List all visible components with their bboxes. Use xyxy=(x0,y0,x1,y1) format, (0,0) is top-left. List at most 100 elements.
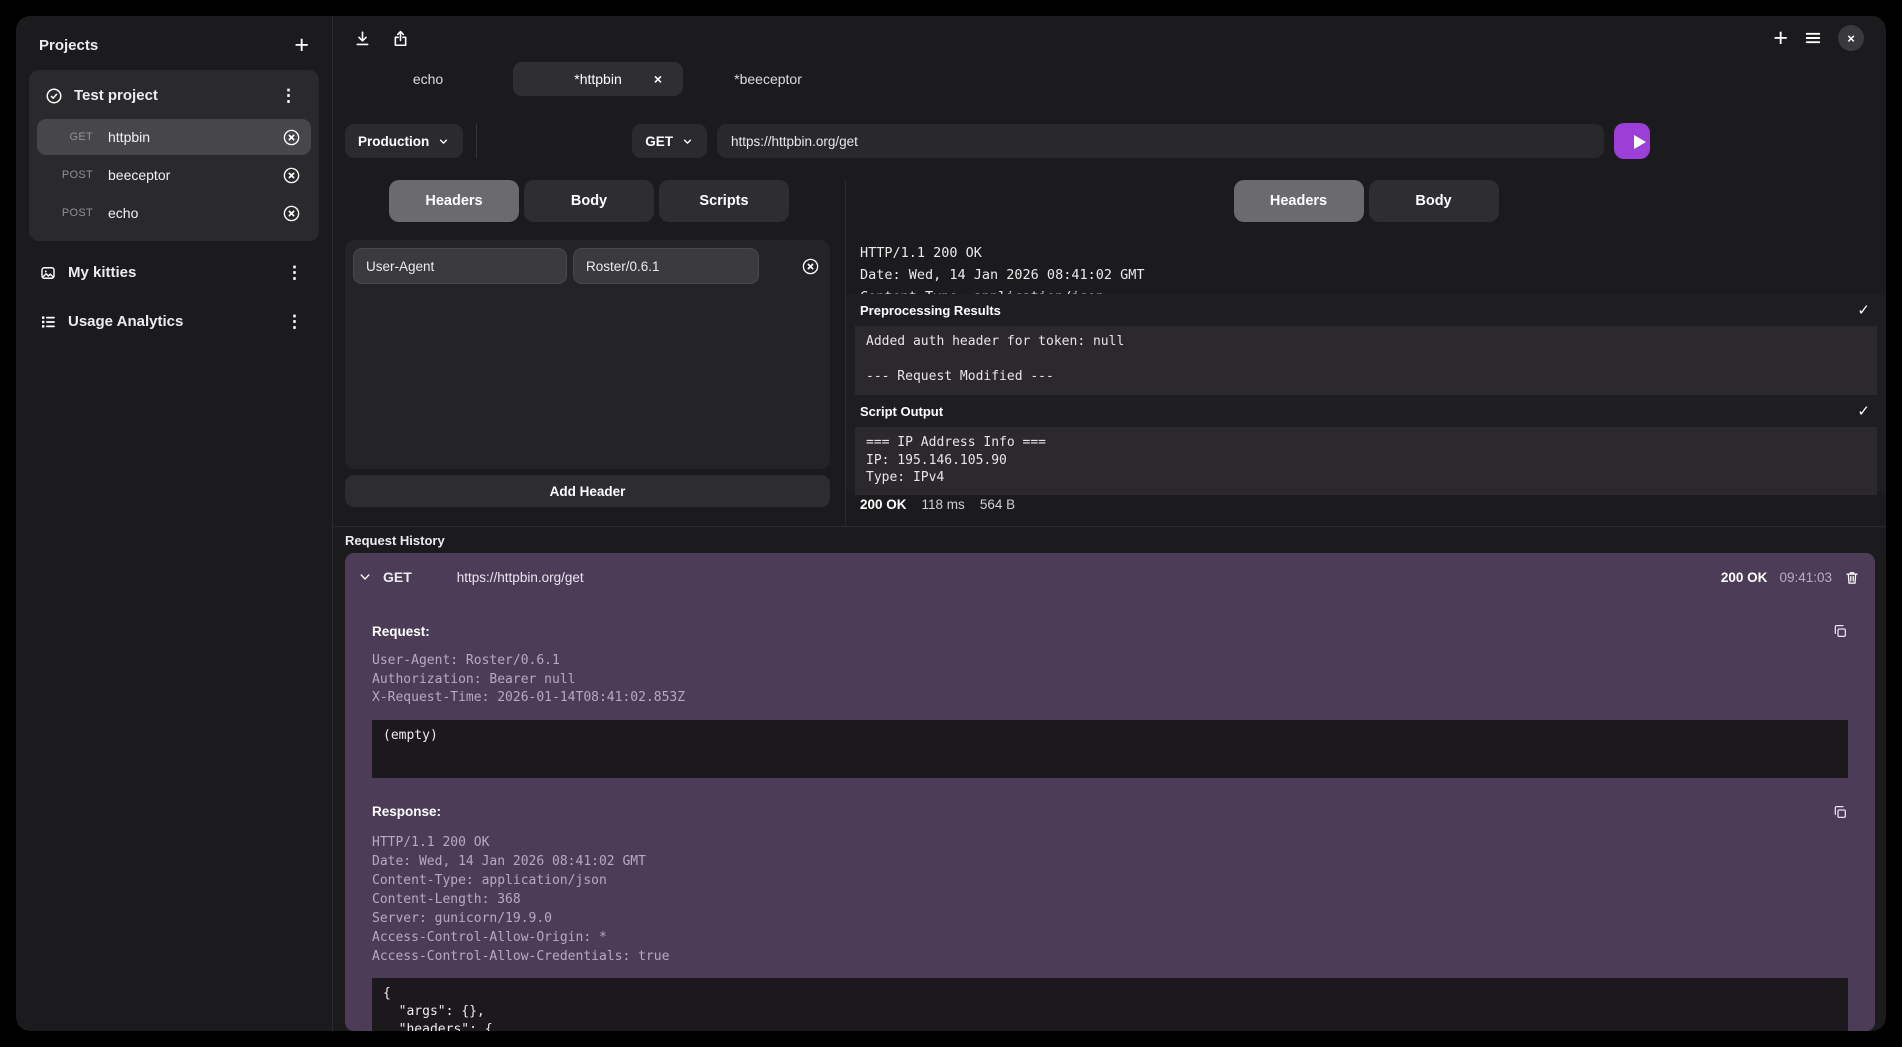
history-timestamp: 09:41:03 xyxy=(1779,570,1832,585)
request-section-title: Request: xyxy=(372,624,430,639)
headers-editor xyxy=(345,240,830,469)
sidebar-header: Projects + xyxy=(29,28,319,62)
new-tab-button[interactable]: + xyxy=(1773,28,1788,48)
request-item-httpbin[interactable]: GET httpbin xyxy=(37,119,311,155)
preprocessing-results-panel: Preprocessing Results ✓ Added auth heade… xyxy=(846,294,1886,395)
request-bar: Production GET xyxy=(333,124,1886,158)
tab-response-body[interactable]: Body xyxy=(1369,180,1499,222)
trash-icon xyxy=(1844,569,1860,586)
method-dropdown[interactable]: GET xyxy=(632,124,707,158)
project-header[interactable]: Test project ⋮ xyxy=(37,76,311,117)
tab-request-scripts[interactable]: Scripts xyxy=(659,180,789,222)
projects-title: Projects xyxy=(39,37,98,54)
request-item-echo[interactable]: POST echo xyxy=(37,195,311,231)
history-response-body: { "args": {}, "headers": { xyxy=(372,978,1848,1032)
script-output-panel: Script Output ✓ === IP Address Info === … xyxy=(846,395,1886,492)
tab-response-headers[interactable]: Headers xyxy=(1234,180,1364,222)
add-project-button[interactable]: + xyxy=(294,35,309,55)
close-tab-button[interactable]: × xyxy=(648,70,668,88)
request-history-title: Request History xyxy=(345,533,1886,548)
list-icon xyxy=(39,313,57,331)
request-item-beeceptor[interactable]: POST beeceptor xyxy=(37,157,311,193)
history-entry-meta: 200 OK 09:41:03 xyxy=(1721,569,1860,586)
history-url: https://httpbin.org/get xyxy=(457,570,584,585)
request-name: echo xyxy=(108,205,138,221)
tab-beeceptor[interactable]: *beeceptor xyxy=(683,62,853,96)
send-request-button[interactable] xyxy=(1614,123,1650,159)
project-group: Test project ⋮ GET httpbin POST beecepto… xyxy=(29,70,319,241)
history-entry-body: Request: User-Agent: Roster/0.6.1 Author… xyxy=(345,623,1875,1031)
remove-request-button[interactable] xyxy=(282,204,301,223)
tab-label: echo xyxy=(413,71,443,87)
project-name: Test project xyxy=(74,87,158,104)
tab-httpbin[interactable]: *httpbin × xyxy=(513,62,683,96)
hamburger-icon xyxy=(1803,28,1823,48)
response-panel: Headers Body HTTP/1.1 200 OK Date: Wed, … xyxy=(846,180,1886,526)
header-value-input[interactable] xyxy=(573,248,759,284)
copy-request-button[interactable] xyxy=(1832,623,1848,639)
preprocessing-results-title: Preprocessing Results xyxy=(860,303,1001,318)
download-icon xyxy=(353,29,372,48)
collection-menu-button[interactable]: ⋮ xyxy=(280,312,309,331)
url-input[interactable] xyxy=(717,124,1604,158)
tab-request-headers[interactable]: Headers xyxy=(389,180,519,222)
environment-dropdown[interactable]: Production xyxy=(345,124,463,158)
request-section-header: Request: xyxy=(372,623,1848,639)
environment-label: Production xyxy=(358,134,429,149)
response-section-title: Response: xyxy=(372,804,441,819)
collection-menu-button[interactable]: ⋮ xyxy=(280,263,309,282)
chevron-down-icon xyxy=(437,135,450,148)
history-response-headers: HTTP/1.1 200 OK Date: Wed, 14 Jan 2026 0… xyxy=(372,833,1848,966)
toolbar-right: + × xyxy=(1773,25,1864,51)
plus-icon: + xyxy=(294,35,309,55)
close-window-button[interactable]: × xyxy=(1838,25,1864,51)
export-share-button[interactable] xyxy=(391,29,410,48)
delete-history-button[interactable] xyxy=(1844,569,1860,586)
project-menu-button[interactable]: ⋮ xyxy=(274,86,303,105)
tab-echo[interactable]: echo xyxy=(343,62,513,96)
header-row xyxy=(353,248,822,284)
response-size: 564 B xyxy=(980,497,1015,512)
main-area: + × echo *httpbin × *beeceptor xyxy=(333,16,1886,1031)
remove-request-button[interactable] xyxy=(282,166,301,185)
toolbar-left xyxy=(353,29,410,48)
sidebar: Projects + Test project ⋮ GET httpbin xyxy=(16,16,333,1031)
preprocessing-output: Added auth header for token: null --- Re… xyxy=(855,326,1877,396)
remove-header-button[interactable] xyxy=(801,257,820,276)
history-request-headers: User-Agent: Roster/0.6.1 Authorization: … xyxy=(372,652,1848,708)
copy-response-button[interactable] xyxy=(1832,804,1848,820)
tab-label: *httpbin xyxy=(574,71,621,87)
request-panel: Headers Body Scripts Add Header xyxy=(333,180,846,526)
chevron-down-icon xyxy=(681,135,694,148)
copy-icon xyxy=(1832,804,1848,820)
history-request-body: (empty) xyxy=(372,720,1848,778)
chevron-down-icon xyxy=(358,570,372,584)
success-check-icon: ✓ xyxy=(1857,301,1870,319)
sidebar-item-usage-analytics[interactable]: Usage Analytics ⋮ xyxy=(29,304,319,339)
history-entry: GET https://httpbin.org/get 200 OK 09:41… xyxy=(345,553,1875,1031)
request-method-badge: POST xyxy=(49,169,93,181)
request-method-badge: POST xyxy=(49,207,93,219)
preprocessing-results-header: Preprocessing Results ✓ xyxy=(846,294,1886,323)
response-time: 118 ms xyxy=(922,497,965,512)
success-check-icon: ✓ xyxy=(1857,402,1870,420)
app-menu-button[interactable] xyxy=(1803,28,1823,48)
add-header-button[interactable]: Add Header xyxy=(345,475,830,507)
play-icon xyxy=(1620,124,1656,160)
status-code: 200 OK xyxy=(860,497,907,512)
divider xyxy=(476,124,477,158)
app-window: Projects + Test project ⋮ GET httpbin xyxy=(16,16,1886,1031)
method-label: GET xyxy=(645,134,673,149)
editor-panels: Headers Body Scripts Add Header xyxy=(333,180,1886,527)
tab-label: *beeceptor xyxy=(734,71,802,87)
tab-request-body[interactable]: Body xyxy=(524,180,654,222)
response-status-bar: 200 OK 118 ms 564 B xyxy=(860,497,1015,512)
import-download-button[interactable] xyxy=(353,29,372,48)
remove-request-button[interactable] xyxy=(282,128,301,147)
response-section-header: Response: xyxy=(372,804,1848,820)
history-entry-header[interactable]: GET https://httpbin.org/get 200 OK 09:41… xyxy=(345,553,1875,601)
sidebar-item-my-kitties[interactable]: My kitties ⋮ xyxy=(29,255,319,290)
response-panel-tabs: Headers Body xyxy=(846,180,1886,222)
header-key-input[interactable] xyxy=(353,248,567,284)
plus-icon: + xyxy=(1773,28,1788,48)
